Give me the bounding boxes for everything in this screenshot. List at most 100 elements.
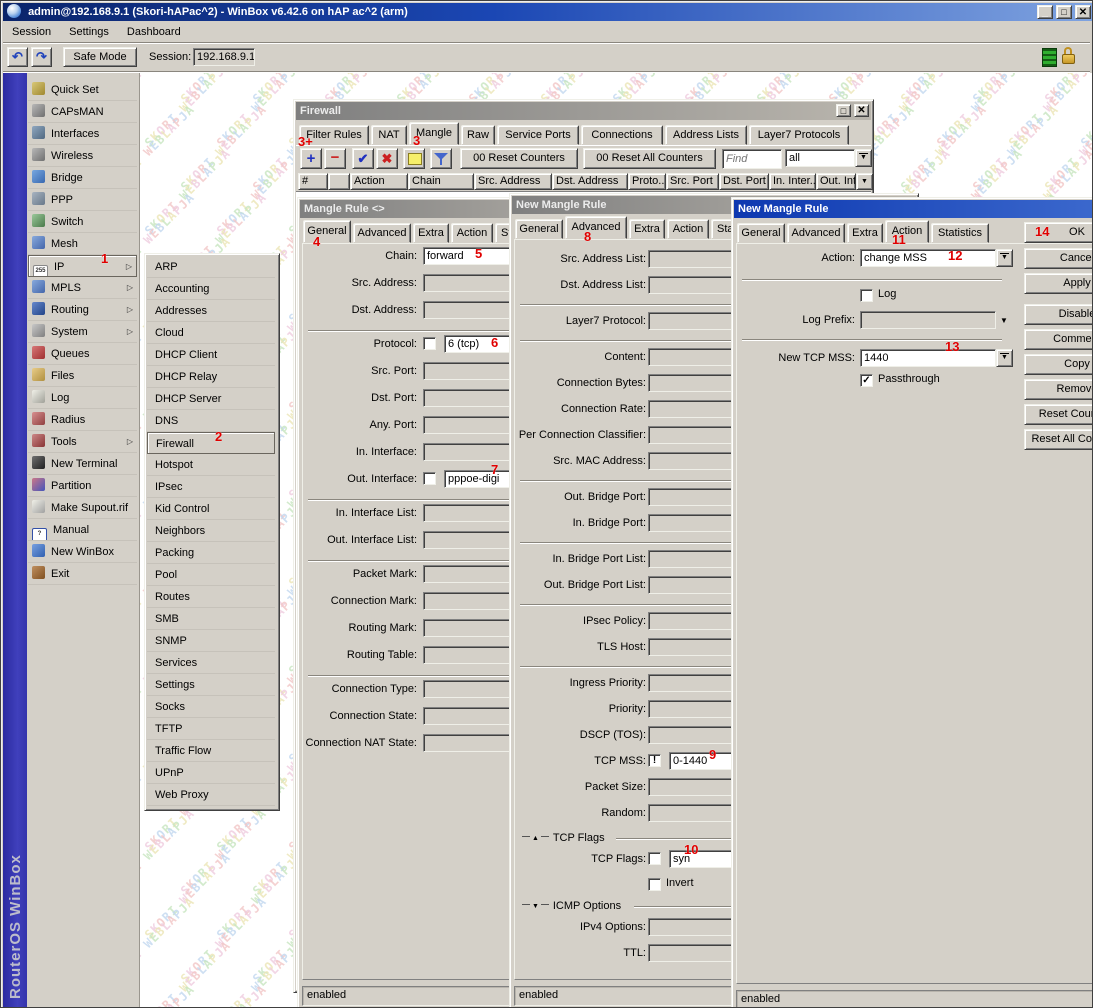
disable-button[interactable]: Disable <box>1024 304 1093 325</box>
column-header-Src. Port[interactable]: Src. Port <box>666 173 719 190</box>
sidebar-item-ip[interactable]: 255IP▷ <box>28 255 137 277</box>
sidebar-item-tools[interactable]: Tools▷ <box>28 431 137 453</box>
sidebar-item-files[interactable]: Files <box>28 365 137 387</box>
new-tcp-mss-combo[interactable]: 1440 <box>860 349 996 367</box>
tab-general[interactable]: General <box>737 223 785 243</box>
redo-button[interactable]: ↷ <box>31 47 52 67</box>
field-out-interface-negate-checkbox[interactable] <box>423 472 436 485</box>
firewall-titlebar[interactable]: Firewall □ ✕ <box>296 102 871 120</box>
column-header-Dst. Address[interactable]: Dst. Address <box>552 173 628 190</box>
column-header-Out. Int...[interactable]: Out. Int... <box>816 173 856 190</box>
enable-rule-button[interactable]: ✔ <box>352 148 374 169</box>
submenu-item-pool[interactable]: Pool <box>147 564 275 586</box>
session-value-box[interactable]: 192.168.9.1 <box>193 48 255 66</box>
minimize-button[interactable]: _ <box>1037 5 1053 19</box>
sidebar-item-system[interactable]: System▷ <box>28 321 137 343</box>
copy-button[interactable]: Copy <box>1024 354 1093 375</box>
tab-extra[interactable]: Extra <box>847 223 883 243</box>
sidebar-item-switch[interactable]: Switch <box>28 211 137 233</box>
sidebar-item-log[interactable]: Log <box>28 387 137 409</box>
menu-item-dashboard[interactable]: Dashboard <box>118 23 190 41</box>
firewall-tab-connections[interactable]: Connections <box>581 125 663 145</box>
sidebar-item-exit[interactable]: Exit <box>28 563 137 585</box>
column-header-Action[interactable]: Action <box>350 173 408 190</box>
reset-counters-button[interactable]: Reset Counters <box>1024 404 1093 425</box>
new-tcp-mss-dropdown-icon[interactable]: ▼ <box>996 349 1013 367</box>
field-protocol-negate-checkbox[interactable] <box>423 337 436 350</box>
submenu-item-dhcp-client[interactable]: DHCP Client <box>147 344 275 366</box>
submenu-item-dhcp-server[interactable]: DHCP Server <box>147 388 275 410</box>
tab-advanced[interactable]: Advanced <box>787 223 845 243</box>
tab-statistics[interactable]: Statistics <box>931 223 989 243</box>
main-titlebar[interactable]: admin@192.168.9.1 (Skori-hAPac^2) - WinB… <box>3 3 1093 21</box>
submenu-item-hotspot[interactable]: Hotspot <box>147 454 275 476</box>
action-combo[interactable]: change MSS <box>860 249 996 267</box>
sidebar-item-quick-set[interactable]: Quick Set <box>28 79 137 101</box>
column-header-Proto...[interactable]: Proto... <box>628 173 666 190</box>
submenu-item-tftp[interactable]: TFTP <box>147 718 275 740</box>
tab-action[interactable]: Action <box>667 219 709 239</box>
action-dropdown-icon[interactable]: ▼ <box>996 249 1013 267</box>
tab-extra[interactable]: Extra <box>413 223 449 243</box>
close-button[interactable]: ✕ <box>1075 5 1091 19</box>
add-rule-button[interactable]: + <box>300 148 322 169</box>
disable-rule-button[interactable]: ✖ <box>376 148 398 169</box>
column-header-Chain[interactable]: Chain <box>408 173 474 190</box>
menu-item-session[interactable]: Session <box>3 23 60 41</box>
submenu-item-accounting[interactable]: Accounting <box>147 278 275 300</box>
find-input[interactable] <box>723 150 781 168</box>
column-header-In. Inter...[interactable]: In. Inter... <box>769 173 816 190</box>
column-header-Src. Address[interactable]: Src. Address <box>474 173 552 190</box>
submenu-item-neighbors[interactable]: Neighbors <box>147 520 275 542</box>
field-tcp-mss-negate-checkbox[interactable]: ! <box>648 754 661 767</box>
reset-all-counters-button[interactable]: Reset All Counters <box>1024 429 1093 450</box>
comment-button[interactable] <box>403 148 425 169</box>
submenu-item-arp[interactable]: ARP <box>147 256 275 278</box>
submenu-item-firewall[interactable]: Firewall <box>147 432 275 454</box>
firewall-tab-nat[interactable]: NAT <box>371 125 407 145</box>
tab-extra[interactable]: Extra <box>629 219 665 239</box>
new-mangle-rule-action-dialog-titlebar[interactable]: New Mangle Rule <box>734 200 1093 218</box>
field-tcp-flags-negate-checkbox[interactable] <box>648 852 661 865</box>
submenu-item-cloud[interactable]: Cloud <box>147 322 275 344</box>
sidebar-item-routing[interactable]: Routing▷ <box>28 299 137 321</box>
submenu-item-services[interactable]: Services <box>147 652 275 674</box>
submenu-item-packing[interactable]: Packing <box>147 542 275 564</box>
sidebar-item-manual[interactable]: ?Manual <box>28 519 137 541</box>
column-header-Dst. Port[interactable]: Dst. Port <box>719 173 769 190</box>
column-header-#[interactable]: # <box>298 173 328 190</box>
sidebar-item-wireless[interactable]: Wireless <box>28 145 137 167</box>
submenu-item-addresses[interactable]: Addresses <box>147 300 275 322</box>
log-prefix-combo[interactable] <box>860 311 996 329</box>
firewall-tab-layer7-protocols[interactable]: Layer7 Protocols <box>749 125 849 145</box>
sidebar-item-mpls[interactable]: MPLS▷ <box>28 277 137 299</box>
safe-mode-button[interactable]: Safe Mode <box>63 47 137 67</box>
firewall-maximize-button[interactable]: □ <box>836 104 851 117</box>
reset-all-counters-button[interactable]: 00 Reset All Counters <box>583 148 716 169</box>
menu-item-settings[interactable]: Settings <box>60 23 118 41</box>
log-prefix-dropdown-icon[interactable]: ▼ <box>1000 316 1008 325</box>
sidebar-item-queues[interactable]: Queues <box>28 343 137 365</box>
submenu-item-snmp[interactable]: SNMP <box>147 630 275 652</box>
apply-button[interactable]: Apply <box>1024 273 1093 294</box>
maximize-button[interactable]: □ <box>1056 5 1072 19</box>
sidebar-item-make-supout-rif[interactable]: Make Supout.rif <box>28 497 137 519</box>
firewall-tab-service-ports[interactable]: Service Ports <box>497 125 579 145</box>
comment-button[interactable]: Comment <box>1024 329 1093 350</box>
tab-general[interactable]: General <box>303 220 351 243</box>
sidebar-item-bridge[interactable]: Bridge <box>28 167 137 189</box>
sidebar-item-radius[interactable]: Radius <box>28 409 137 431</box>
sidebar-item-mesh[interactable]: Mesh <box>28 233 137 255</box>
sidebar-item-new-terminal[interactable]: New Terminal <box>28 453 137 475</box>
filter-button[interactable] <box>430 148 452 169</box>
remove-rule-button[interactable]: − <box>324 148 346 169</box>
submenu-item-settings[interactable]: Settings <box>147 674 275 696</box>
sidebar-item-ppp[interactable]: PPP <box>28 189 137 211</box>
firewall-tab-raw[interactable]: Raw <box>461 125 495 145</box>
filter-scope-combo[interactable]: all <box>785 149 855 167</box>
sidebar-item-partition[interactable]: Partition <box>28 475 137 497</box>
submenu-item-upnp[interactable]: UPnP <box>147 762 275 784</box>
filter-scope-dropdown-icon[interactable]: ▼ <box>855 149 872 167</box>
log-checkbox[interactable] <box>860 289 873 302</box>
submenu-item-dns[interactable]: DNS <box>147 410 275 432</box>
